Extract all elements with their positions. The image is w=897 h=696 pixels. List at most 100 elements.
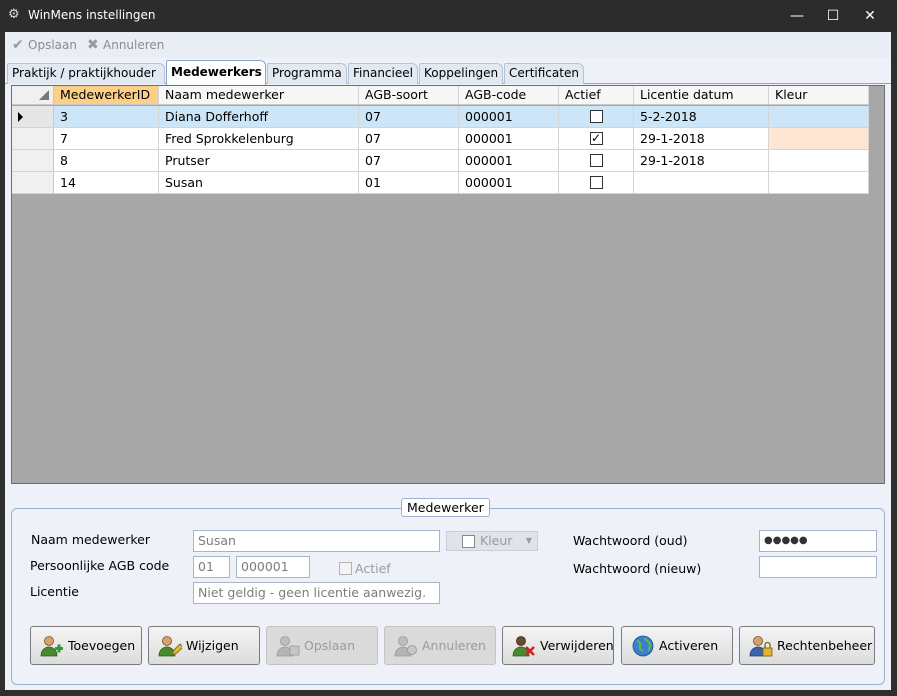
toolbar: ✔ Opslaan ✖ Annuleren	[5, 32, 891, 58]
cell-agb-code[interactable]: 000001	[459, 172, 559, 193]
kleur-checkbox[interactable]	[462, 535, 475, 548]
client-area: ✔ Opslaan ✖ Annuleren Praktijk / praktijkh…	[5, 32, 891, 690]
wachtwoord-oud-label: Wachtwoord (oud)	[573, 533, 688, 548]
chevron-down-icon: ▼	[525, 536, 532, 545]
employees-grid[interactable]: MedewerkerID Naam medewerker AGB-soort A…	[11, 85, 885, 484]
licentie-field: Niet geldig - geen licentie aanwezig.	[193, 582, 440, 604]
maximize-button[interactable]: ☐	[818, 6, 848, 26]
row-indicator[interactable]	[12, 128, 54, 149]
opslaan-button[interactable]: Opslaan	[266, 626, 378, 665]
cell-actief[interactable]: ✓	[559, 128, 634, 149]
verwijderen-label: Verwijderen	[540, 638, 614, 653]
current-row-arrow-icon	[18, 112, 23, 122]
kleur-label: Kleur	[480, 533, 513, 548]
annuleren-button[interactable]: Annuleren	[384, 626, 496, 665]
cell-naam[interactable]: Susan	[159, 172, 359, 193]
tab-programma[interactable]: Programma	[267, 63, 347, 84]
tab-koppelingen[interactable]: Koppelingen	[419, 63, 503, 84]
toolbar-save-label: Opslaan	[28, 38, 77, 52]
table-row[interactable]: 14 Susan 01 000001	[12, 172, 869, 194]
cell-licentie-datum[interactable]	[634, 172, 769, 193]
column-header-naam[interactable]: Naam medewerker	[159, 86, 359, 104]
rechtenbeheer-button[interactable]: Rechtenbeheer	[739, 626, 875, 665]
window-title: WinMens instellingen	[28, 8, 156, 22]
row-indicator[interactable]	[12, 172, 54, 193]
cell-agb-code[interactable]: 000001	[459, 106, 559, 127]
row-indicator[interactable]	[12, 106, 54, 127]
cell-id[interactable]: 3	[54, 106, 159, 127]
user-lock-icon	[749, 636, 773, 657]
save-user-icon	[276, 636, 300, 657]
cell-agb-soort[interactable]: 07	[359, 128, 459, 149]
cell-id[interactable]: 7	[54, 128, 159, 149]
column-header-licentie-datum[interactable]: Licentie datum	[634, 86, 769, 104]
cell-id[interactable]: 8	[54, 150, 159, 171]
actief-checkbox[interactable]	[589, 153, 603, 167]
cell-licentie-datum[interactable]: 29-1-2018	[634, 128, 769, 149]
column-header-agb-code[interactable]: AGB-code	[459, 86, 559, 104]
tab-financieel[interactable]: Financieel	[348, 63, 418, 84]
wijzigen-label: Wijzigen	[186, 638, 239, 653]
cell-actief[interactable]	[559, 106, 634, 127]
agb-soort-input[interactable]: 01	[193, 556, 230, 578]
agb-code-input[interactable]: 000001	[236, 556, 310, 578]
wachtwoord-oud-input[interactable]: ●●●●●	[759, 530, 877, 552]
add-user-icon	[40, 636, 63, 657]
cell-actief[interactable]	[559, 150, 634, 171]
title-bar: ⚙ WinMens instellingen — ☐ ✕	[0, 0, 897, 32]
kleur-dropdown[interactable]: Kleur ▼	[446, 531, 538, 551]
actief-checkbox[interactable]	[589, 109, 603, 123]
table-row[interactable]: 8 Prutser 07 000001 29-1-2018	[12, 150, 869, 172]
cell-kleur[interactable]	[769, 106, 869, 127]
cell-agb-code[interactable]: 000001	[459, 150, 559, 171]
cell-naam[interactable]: Prutser	[159, 150, 359, 171]
tab-praktijk[interactable]: Praktijk / praktijkhouder	[7, 63, 165, 84]
cross-icon: ✖	[87, 37, 99, 53]
cell-naam[interactable]: Diana Dofferhoff	[159, 106, 359, 127]
cell-actief[interactable]	[559, 172, 634, 193]
close-button[interactable]: ✕	[855, 6, 885, 26]
toolbar-cancel-label: Annuleren	[103, 38, 165, 52]
row-indicator[interactable]	[12, 150, 54, 171]
toolbar-cancel-button[interactable]: ✖ Annuleren	[87, 35, 164, 55]
minimize-button[interactable]: —	[782, 6, 812, 26]
column-header-id[interactable]: MedewerkerID	[54, 86, 159, 104]
naam-input[interactable]: Susan	[193, 530, 440, 552]
group-title: Medewerker	[401, 498, 490, 517]
wachtwoord-nieuw-input[interactable]	[759, 556, 877, 578]
cell-kleur[interactable]	[769, 128, 869, 149]
toolbar-save-button[interactable]: ✔ Opslaan	[12, 35, 77, 55]
cell-agb-code[interactable]: 000001	[459, 128, 559, 149]
column-header-kleur[interactable]: Kleur	[769, 86, 869, 104]
column-header-actief[interactable]: Actief	[559, 86, 634, 104]
actief-checkbox-checked[interactable]: ✓	[589, 131, 603, 145]
activeren-label: Activeren	[659, 638, 719, 653]
grid-header: MedewerkerID Naam medewerker AGB-soort A…	[12, 86, 869, 105]
verwijderen-button[interactable]: Verwijderen	[502, 626, 614, 665]
column-header-agb-soort[interactable]: AGB-soort	[359, 86, 459, 104]
agb-label: Persoonlijke AGB code	[30, 558, 170, 573]
cell-id[interactable]: 14	[54, 172, 159, 193]
actief-checkbox-form[interactable]	[339, 562, 352, 575]
toevoegen-button[interactable]: Toevoegen	[30, 626, 142, 665]
actief-checkbox[interactable]	[589, 175, 603, 189]
cell-agb-soort[interactable]: 07	[359, 106, 459, 127]
activeren-button[interactable]: Activeren	[621, 626, 733, 665]
wijzigen-button[interactable]: Wijzigen	[148, 626, 260, 665]
toevoegen-label: Toevoegen	[68, 638, 136, 653]
cell-kleur[interactable]	[769, 150, 869, 171]
table-row[interactable]: 7 Fred Sprokkelenburg 07 000001 ✓ 29-1-2…	[12, 128, 869, 150]
tab-medewerkers[interactable]: Medewerkers	[166, 60, 266, 85]
cell-agb-soort[interactable]: 07	[359, 150, 459, 171]
cell-agb-soort[interactable]: 01	[359, 172, 459, 193]
grid-corner[interactable]	[12, 86, 54, 104]
cell-kleur[interactable]	[769, 172, 869, 193]
cell-licentie-datum[interactable]: 5-2-2018	[634, 106, 769, 127]
table-row[interactable]: 3 Diana Dofferhoff 07 000001 5-2-2018	[12, 106, 869, 128]
checkmark-icon: ✔	[12, 37, 24, 53]
cell-naam[interactable]: Fred Sprokkelenburg	[159, 128, 359, 149]
licentie-label: Licentie	[30, 584, 79, 599]
tab-certificaten[interactable]: Certificaten	[504, 63, 584, 84]
edit-user-icon	[158, 636, 182, 657]
cell-licentie-datum[interactable]: 29-1-2018	[634, 150, 769, 171]
